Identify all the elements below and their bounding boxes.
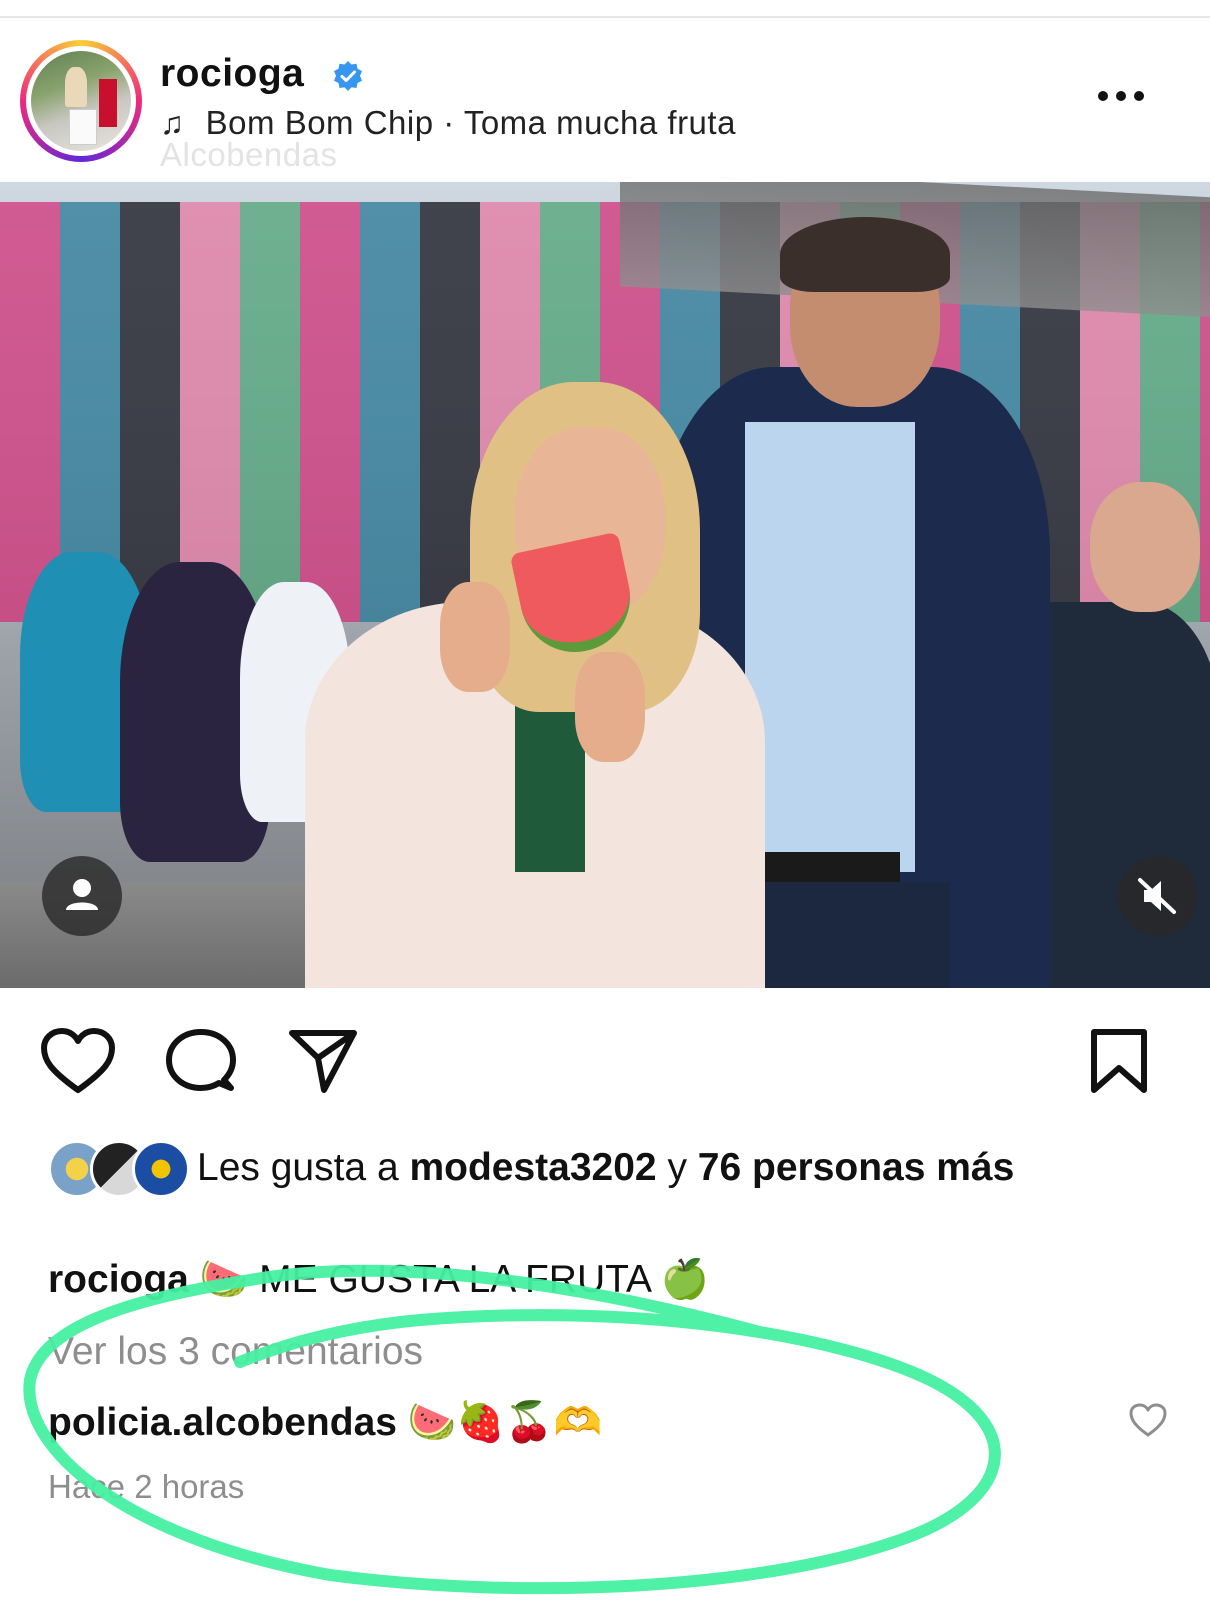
top-divider [0,16,1210,18]
likes-summary[interactable]: Les gusta a modesta3202 y 76 personas má… [0,1132,1210,1242]
post-caption: rocioga 🍉 ME GUSTA LA FRUTA 🍏 [48,1256,709,1302]
post-location[interactable]: Alcobendas [160,136,337,174]
more-options-icon[interactable] [1094,82,1148,110]
comment-icon[interactable] [166,1028,236,1094]
comment-username[interactable]: policia.alcobendas [48,1401,397,1444]
action-bar [0,1020,1210,1100]
likes-prefix: Les gusta a [197,1146,410,1189]
bookmark-icon[interactable] [1088,1028,1150,1094]
likes-connector: y [656,1146,698,1189]
likes-count[interactable]: 76 personas más [698,1146,1015,1189]
liker-avatars [48,1140,190,1198]
tagged-user-icon[interactable] [42,856,122,936]
likes-text: Les gusta a modesta3202 y 76 personas má… [197,1144,1097,1192]
caption-username[interactable]: rocioga [48,1258,189,1301]
liker-username[interactable]: modesta3202 [409,1146,656,1189]
profile-avatar[interactable] [20,40,142,162]
post-header: rocioga ♫ Bom Bom Chip · Toma mucha frut… [0,30,1210,180]
send-icon[interactable] [288,1028,358,1094]
post-photo[interactable] [0,182,1210,988]
post-username[interactable]: rocioga [160,52,304,96]
caption-text: 🍉 ME GUSTA LA FRUTA 🍏 [199,1258,710,1301]
comment-text: 🍉🍓🍒🫶 [407,1401,603,1444]
comment-like-icon[interactable] [1128,1402,1168,1438]
avatar [132,1140,190,1198]
post-timestamp: Hace 2 horas [48,1468,245,1505]
muted-speaker-icon[interactable] [1118,856,1198,936]
view-comments-link[interactable]: Ver los 3 comentarios [48,1330,423,1374]
verified-badge-icon [334,61,362,91]
heart-icon[interactable] [40,1028,116,1094]
comment-item: policia.alcobendas 🍉🍓🍒🫶 [48,1399,602,1445]
